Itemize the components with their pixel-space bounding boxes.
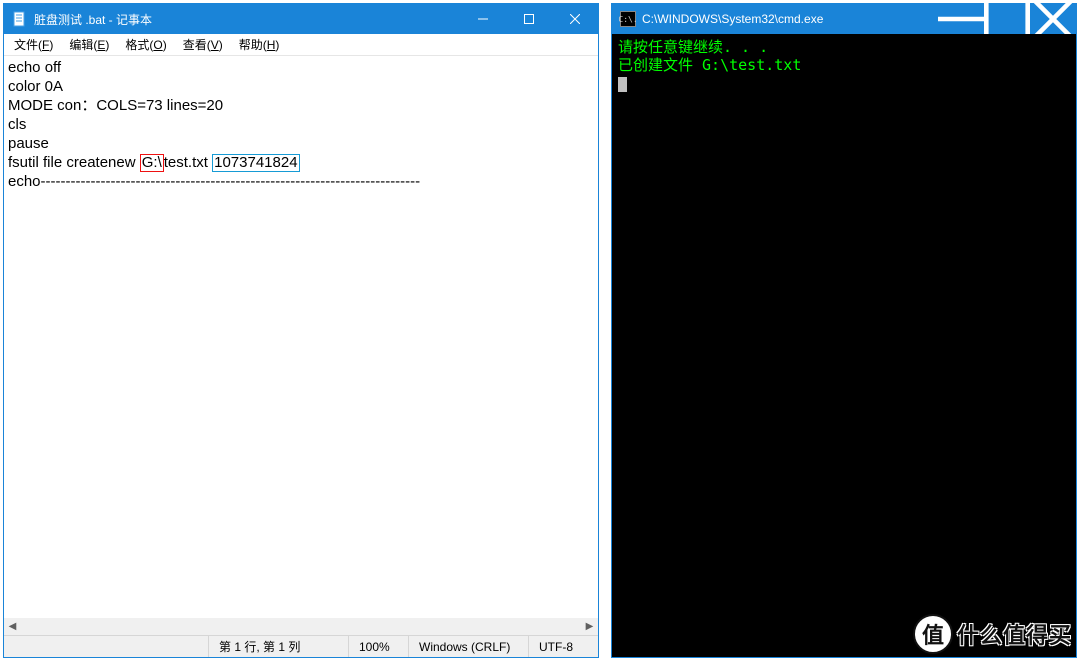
status-encoding: UTF-8 bbox=[528, 636, 598, 657]
code-line: MODE con：COLS=73 lines=20 bbox=[8, 96, 594, 115]
code-line: cls bbox=[8, 115, 594, 134]
code-line: pause bbox=[8, 134, 594, 153]
notepad-title: 脏盘测试 .bat - 记事本 bbox=[34, 11, 152, 28]
notepad-titlebar[interactable]: 脏盘测试 .bat - 记事本 bbox=[4, 4, 598, 34]
menu-format[interactable]: 格式(O) bbox=[117, 34, 174, 55]
watermark-badge-icon: 值 bbox=[913, 614, 953, 654]
status-eol: Windows (CRLF) bbox=[408, 636, 528, 657]
cmd-cursor-line bbox=[618, 74, 1070, 92]
maximize-button[interactable] bbox=[984, 4, 1030, 34]
notepad-text-area[interactable]: echo off color 0A MODE con：COLS=73 lines… bbox=[4, 56, 598, 618]
cmd-output-line: 已创建文件 G:\test.txt bbox=[618, 56, 1070, 74]
code-line: fsutil file createnew G:\test.txt 107374… bbox=[8, 153, 594, 172]
notepad-window: 脏盘测试 .bat - 记事本 文件(F) 编辑(E) 格式(O) 查看(V) … bbox=[3, 3, 599, 658]
menu-view[interactable]: 查看(V) bbox=[175, 34, 231, 55]
code-line: echo off bbox=[8, 58, 594, 77]
cmd-window: C:\. C:\WINDOWS\System32\cmd.exe 请按任意键继续… bbox=[611, 3, 1077, 658]
watermark-text: 什么值得买 bbox=[957, 618, 1072, 650]
close-button[interactable] bbox=[1030, 4, 1076, 34]
menu-edit[interactable]: 编辑(E) bbox=[61, 34, 117, 55]
menu-help[interactable]: 帮助(H) bbox=[231, 34, 288, 55]
notepad-body: echo off color 0A MODE con：COLS=73 lines… bbox=[4, 56, 598, 635]
notepad-app-icon bbox=[12, 11, 28, 27]
code-line: echo------------------------------------… bbox=[8, 172, 594, 191]
cmd-output-area[interactable]: 请按任意键继续. . . 已创建文件 G:\test.txt bbox=[612, 34, 1076, 657]
maximize-button[interactable] bbox=[506, 4, 552, 34]
scroll-right-arrow[interactable]: ▶ bbox=[581, 618, 598, 635]
close-button[interactable] bbox=[552, 4, 598, 34]
minimize-button[interactable] bbox=[460, 4, 506, 34]
horizontal-scrollbar[interactable]: ◀ ▶ bbox=[4, 618, 598, 635]
cmd-output-line: 请按任意键继续. . . bbox=[618, 38, 1070, 56]
status-zoom: 100% bbox=[348, 636, 408, 657]
cmd-title: C:\WINDOWS\System32\cmd.exe bbox=[642, 12, 823, 26]
scroll-left-arrow[interactable]: ◀ bbox=[4, 618, 21, 635]
highlight-size: 1073741824 bbox=[212, 154, 299, 172]
scroll-track[interactable] bbox=[21, 618, 581, 635]
status-position: 第 1 行, 第 1 列 bbox=[208, 636, 348, 657]
watermark: 值 什么值得买 bbox=[913, 613, 1072, 655]
highlight-drive: G:\ bbox=[140, 154, 164, 172]
cursor-block bbox=[618, 77, 627, 92]
menu-file[interactable]: 文件(F) bbox=[6, 34, 61, 55]
cmd-titlebar[interactable]: C:\. C:\WINDOWS\System32\cmd.exe bbox=[612, 4, 1076, 34]
code-line: color 0A bbox=[8, 77, 594, 96]
notepad-statusbar: 第 1 行, 第 1 列 100% Windows (CRLF) UTF-8 bbox=[4, 635, 598, 657]
status-spacer bbox=[4, 636, 208, 657]
cmd-app-icon: C:\. bbox=[620, 11, 636, 27]
minimize-button[interactable] bbox=[938, 4, 984, 34]
notepad-menubar: 文件(F) 编辑(E) 格式(O) 查看(V) 帮助(H) bbox=[4, 34, 598, 56]
